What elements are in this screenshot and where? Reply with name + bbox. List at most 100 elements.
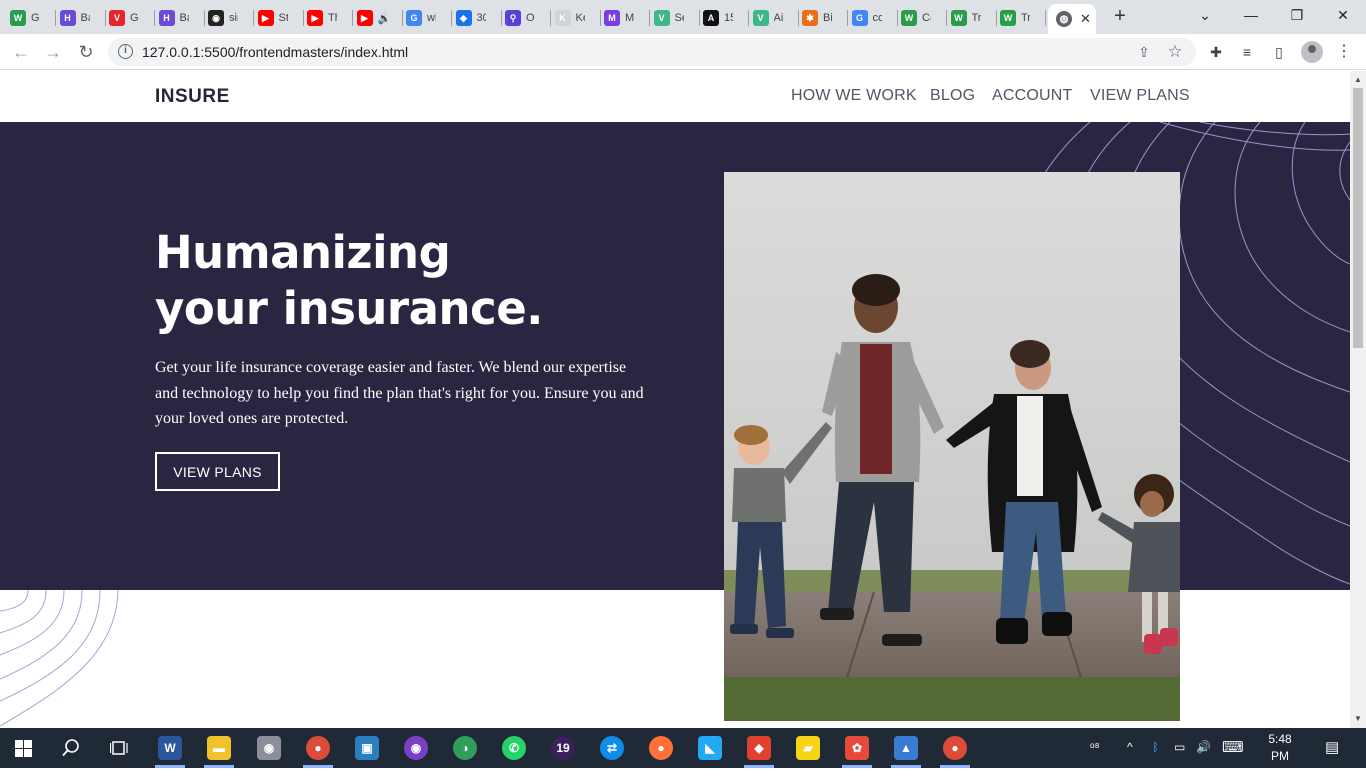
nav-how-we-work[interactable]: HOW WE WORK — [791, 87, 917, 105]
scroll-up-arrow-icon[interactable]: ▲ — [1350, 73, 1366, 87]
reload-button[interactable]: ↻ — [74, 40, 98, 64]
site-logo[interactable]: INSURE — [155, 86, 230, 108]
tab-title: cc — [872, 12, 882, 24]
browser-tab[interactable]: V Gi — [109, 4, 139, 32]
notifications-icon[interactable]: ▤ — [1325, 738, 1339, 756]
windows-start-icon[interactable] — [15, 740, 32, 757]
browser-tab[interactable]: MM — [604, 4, 634, 32]
vscode-icon[interactable]: ◣ — [698, 736, 722, 760]
restore-button[interactable]: ❐ — [1282, 4, 1312, 26]
camera-icon[interactable]: ◉ — [257, 736, 281, 760]
back-button[interactable]: ← — [9, 40, 33, 64]
tray-chevron-icon[interactable]: ^ — [1127, 740, 1133, 754]
github-icon[interactable]: ◉ — [404, 736, 428, 760]
page-scrollbar[interactable]: ▲ ▼ — [1350, 71, 1366, 728]
nav-view-plans[interactable]: VIEW PLANS — [1090, 87, 1190, 105]
site-info-icon[interactable]: i — [118, 44, 133, 59]
new-tab-button[interactable]: + — [1110, 6, 1130, 28]
close-window-button[interactable]: ✕ — [1328, 4, 1358, 26]
volume-icon[interactable]: 🔊 — [1196, 740, 1211, 754]
url-text[interactable]: 127.0.0.1:5500/frontendmasters/index.htm… — [142, 44, 408, 60]
active-tab[interactable]: ◍ ✕ — [1048, 4, 1096, 34]
app-box-icon[interactable]: ▣ — [355, 736, 379, 760]
photos-icon[interactable]: ▲ — [894, 736, 918, 760]
tab-favicon-icon: ▶ — [356, 10, 373, 26]
minimize-button[interactable]: — — [1236, 4, 1266, 26]
scroll-thumb[interactable] — [1353, 88, 1363, 348]
browser-tab[interactable]: W Gi — [10, 4, 40, 32]
view-plans-button[interactable]: VIEW PLANS — [155, 452, 280, 491]
sticky-notes-icon[interactable]: ▰ — [796, 736, 820, 760]
tab-favicon-icon: ⚲ — [505, 10, 521, 26]
browser-tab[interactable]: Gcc — [851, 4, 882, 32]
browser-tab[interactable]: H Ba — [59, 4, 90, 32]
bookmark-star-icon[interactable]: ☆ — [1166, 43, 1184, 61]
browser-tab[interactable]: H Ba — [158, 4, 189, 32]
inkscape-icon[interactable]: ◑ — [453, 736, 477, 760]
close-tab-icon[interactable]: ✕ — [1080, 11, 1091, 27]
address-bar[interactable]: i 127.0.0.1:5500/frontendmasters/index.h… — [108, 38, 1196, 66]
browser-tab[interactable]: V Ai — [752, 4, 783, 32]
tab-favicon-icon: K — [554, 10, 571, 26]
teamviewer-icon[interactable]: ⇄ — [600, 736, 624, 760]
tab-title: Gi — [31, 12, 40, 24]
tab-favicon-icon: M — [604, 10, 620, 26]
tab-separator — [797, 10, 799, 26]
tab-favicon-icon: ▶ — [307, 10, 323, 26]
tab-separator — [946, 10, 947, 26]
search-icon[interactable] — [62, 739, 80, 757]
chrome-2-icon[interactable]: ● — [943, 736, 967, 760]
word-icon[interactable]: W — [158, 736, 182, 760]
tab-search-chevron-icon[interactable]: ⌄ — [1190, 4, 1220, 26]
tab-separator — [649, 10, 650, 26]
browser-tab[interactable]: ▶ Th — [307, 4, 337, 32]
browser-tab[interactable]: W Tr — [950, 4, 981, 32]
browser-tab[interactable]: W C( — [901, 4, 931, 32]
media-control-icon[interactable]: ≡ — [1237, 42, 1257, 62]
profile-avatar[interactable] — [1301, 41, 1323, 63]
task-view-icon[interactable] — [110, 739, 128, 757]
tab-favicon-icon: ✱ — [802, 10, 818, 26]
tab-favicon-icon: ◉ — [208, 10, 224, 26]
browser-tab[interactable]: A 15 — [703, 4, 733, 32]
browser-tab[interactable]: V Se — [653, 4, 684, 32]
nav-account[interactable]: ACCOUNT — [992, 87, 1073, 105]
browser-menu-icon[interactable]: ⋮ — [1334, 42, 1354, 62]
family-illustration — [724, 172, 1180, 721]
tab-title: C( — [922, 12, 931, 24]
browser-tab[interactable]: ✱ Bi — [802, 4, 832, 32]
share-icon[interactable]: ⇪ — [1135, 43, 1153, 61]
extensions-icon[interactable]: ✚ — [1206, 42, 1226, 62]
people-icon[interactable]: ᵒ⁸ — [1090, 740, 1100, 754]
app-red-icon[interactable]: ✿ — [845, 736, 869, 760]
browser-tab[interactable]: ◆ 30 — [455, 4, 486, 32]
browser-tab[interactable]: W Tr — [1000, 4, 1030, 32]
tab-favicon-icon: W — [1000, 10, 1016, 26]
app-19-icon[interactable]: 19 — [551, 736, 575, 760]
page-viewport: INSURE HOW WE WORK BLOG ACCOUNT VIEW PLA… — [0, 71, 1350, 728]
scroll-down-arrow-icon[interactable]: ▼ — [1350, 712, 1366, 726]
browser-tab[interactable]: ⚲ O — [505, 4, 535, 32]
keyboard-icon[interactable]: ⌨ — [1222, 738, 1244, 756]
side-panel-icon[interactable]: ▯ — [1269, 42, 1289, 62]
network-icon[interactable]: ▭ — [1174, 740, 1185, 754]
forward-button[interactable]: → — [41, 40, 65, 64]
tab-separator — [698, 10, 700, 26]
browser-tab[interactable]: ▶ St — [257, 4, 288, 32]
browser-tab[interactable]: ▶ 🔊 — [356, 4, 387, 32]
tab-separator — [896, 10, 898, 26]
browser-tab[interactable]: Gwi — [406, 4, 436, 32]
tab-favicon-icon: A — [703, 10, 719, 26]
system-clock[interactable]: 5:48 PM 4/1/2022 — [1258, 731, 1305, 782]
chrome-icon[interactable]: ● — [306, 736, 330, 760]
firefox-icon[interactable]: ● — [649, 736, 673, 760]
whatsapp-icon[interactable]: ✆ — [502, 736, 526, 760]
git-icon[interactable]: ◆ — [747, 736, 771, 760]
browser-tab[interactable]: ◉ sir — [208, 4, 238, 32]
bluetooth-icon[interactable]: ᛒ — [1152, 740, 1159, 754]
nav-blog[interactable]: BLOG — [930, 87, 975, 105]
browser-tab[interactable]: K Ke — [554, 4, 585, 32]
tab-separator — [748, 10, 749, 26]
windows-taskbar: ᵒ⁸ ^ ᛒ ▭ 🔊 ⌨ 5:48 PM 4/1/2022 ▤ W ▬ ◉ ● ▣ ◉ ◑ ✆… — [0, 728, 1366, 780]
files-icon[interactable]: ▬ — [207, 736, 231, 760]
